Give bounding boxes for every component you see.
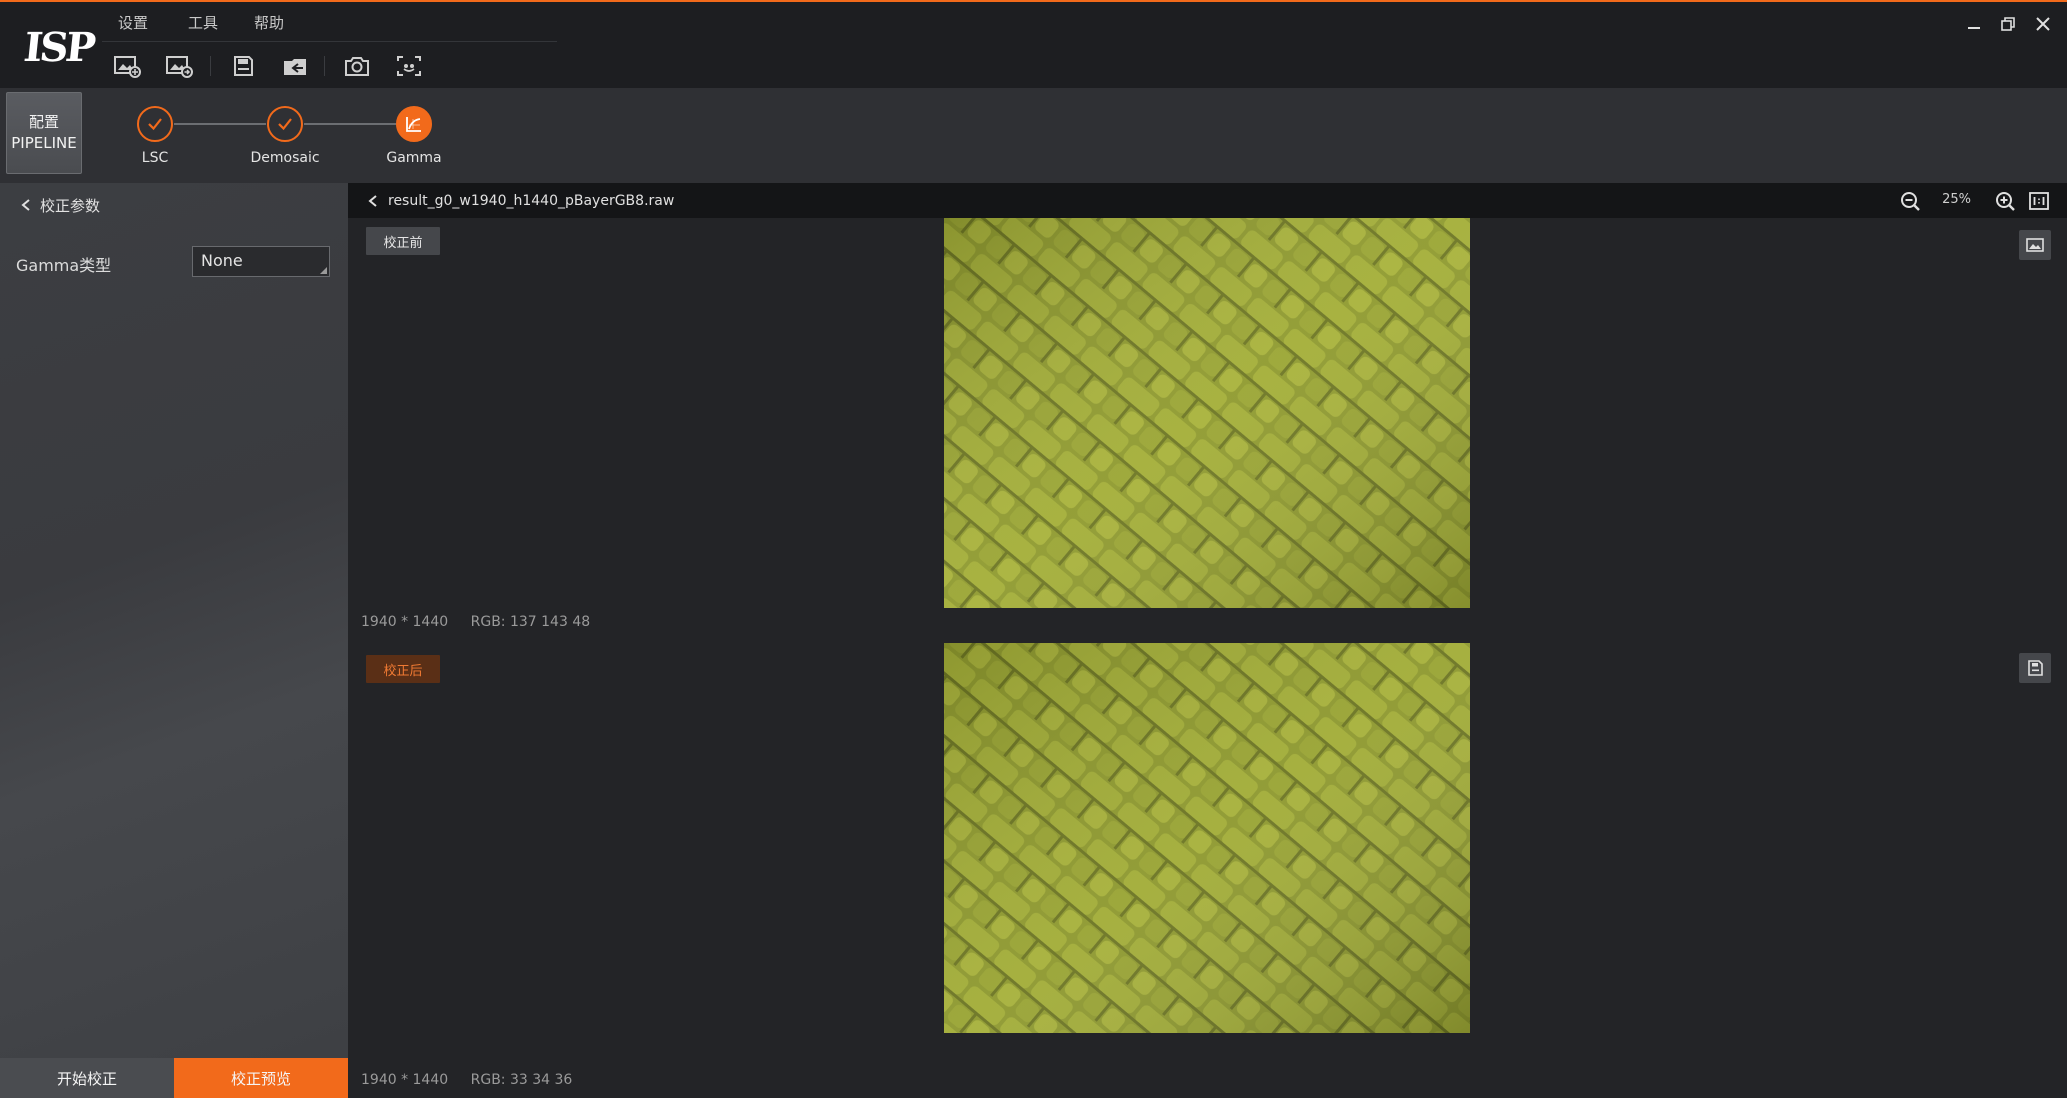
camera-button[interactable] — [340, 50, 374, 82]
save-icon — [234, 56, 253, 76]
toolbar — [102, 46, 442, 86]
minimize-icon — [1968, 27, 1980, 29]
close-icon — [2036, 17, 2050, 31]
close-window-button[interactable] — [2028, 10, 2058, 38]
file-name: result_g0_w1940_h1440_pBayerGB8.raw — [388, 192, 675, 209]
config-pipeline-sublabel: PIPELINE — [11, 134, 77, 152]
config-pipeline-button[interactable]: 配置 PIPELINE — [6, 92, 82, 174]
after-tag: 校正后 — [366, 655, 440, 683]
dropdown-corner-icon — [320, 267, 327, 274]
checkmark-icon — [148, 118, 162, 131]
menu-help[interactable]: 帮助 — [254, 12, 284, 33]
camera-icon — [345, 57, 369, 76]
menu-tools[interactable]: 工具 — [188, 12, 218, 33]
open-image-set-button[interactable] — [162, 50, 196, 82]
export-button[interactable] — [278, 50, 312, 82]
texture-image-after — [944, 643, 1470, 1033]
start-calibration-button[interactable]: 开始校正 — [0, 1058, 174, 1098]
menu-bar: 设置 工具 帮助 — [102, 4, 557, 42]
after-image — [944, 643, 1470, 1033]
after-pixel-rgb: RGB: 33 34 36 — [470, 1072, 573, 1088]
toolbar-divider — [210, 56, 211, 76]
zoom-out-button[interactable] — [1898, 189, 1922, 213]
panel-header[interactable]: 校正参数 — [0, 183, 348, 227]
minimize-button[interactable] — [1959, 10, 1989, 38]
toolbar-divider — [324, 56, 325, 76]
open-image-icon — [114, 56, 141, 78]
calibration-preview-button[interactable]: 校正预览 — [174, 1058, 348, 1098]
viewer-before-pane: 校正前 1940 * 1440 RGB: 137 143 48 — [348, 218, 2067, 643]
step-done-indicator — [137, 106, 173, 142]
capture-button[interactable] — [392, 50, 426, 82]
viewer-after-pane: 校正后 1940 * 1440 RGB: 33 34 36 — [348, 643, 2067, 1098]
chevron-left-icon — [368, 194, 377, 207]
restore-button[interactable] — [1993, 10, 2023, 38]
image-view-button[interactable] — [2019, 230, 2051, 260]
open-image-set-icon — [166, 56, 193, 78]
gamma-type-label: Gamma类型 — [16, 256, 112, 275]
panel-title: 校正参数 — [40, 196, 101, 215]
panel-actions: 开始校正 校正预览 — [0, 1058, 348, 1098]
chevron-left-icon — [21, 199, 30, 211]
menu-settings[interactable]: 设置 — [118, 12, 148, 33]
before-tag: 校正前 — [366, 227, 440, 255]
before-image-size: 1940 * 1440 — [361, 614, 449, 630]
pipeline-step-lsc[interactable]: LSC — [95, 106, 215, 176]
left-panel: 校正参数 Gamma类型 None 开始校正 校正预览 — [0, 183, 348, 1098]
step-done-indicator — [267, 106, 303, 142]
after-image-info: 1940 * 1440 RGB: 33 34 36 — [361, 1072, 590, 1088]
pipeline-step-demosaic[interactable]: Demosaic — [225, 106, 345, 176]
open-image-button[interactable] — [110, 50, 144, 82]
app-logo: ISP — [21, 24, 96, 71]
zoom-level: 25% — [1942, 192, 1971, 207]
zoom-out-icon — [1901, 192, 1920, 211]
pipeline-step-gamma[interactable]: Gamma — [354, 106, 474, 176]
config-pipeline-label: 配置 — [28, 113, 59, 131]
capture-icon — [397, 56, 421, 76]
before-image-info: 1940 * 1440 RGB: 137 143 48 — [361, 614, 608, 630]
actual-size-button[interactable] — [2027, 189, 2051, 213]
save-button[interactable] — [226, 50, 260, 82]
title-bar: ISP 设置 工具 帮助 — [0, 0, 2067, 88]
export-icon — [284, 59, 306, 75]
before-image — [944, 218, 1470, 608]
step-label: Gamma — [386, 150, 442, 166]
checkmark-icon — [278, 118, 292, 131]
zoom-in-button[interactable] — [1993, 189, 2017, 213]
image-icon — [2026, 238, 2044, 252]
zoom-in-icon — [1996, 192, 2015, 211]
viewer-header: result_g0_w1940_h1440_pBayerGB8.raw 25% — [348, 183, 2067, 218]
gamma-type-value: None — [201, 251, 243, 270]
step-label: LSC — [141, 150, 169, 166]
gamma-type-select[interactable]: None — [192, 246, 330, 277]
step-active-indicator — [396, 106, 432, 142]
save-icon — [2028, 660, 2043, 676]
actual-size-icon — [2029, 192, 2049, 210]
gamma-curve-icon — [406, 117, 421, 132]
step-label: Demosaic — [250, 150, 320, 166]
after-image-size: 1940 * 1440 — [361, 1072, 449, 1088]
isp-app-window: ISP 设置 工具 帮助 配置 PIPELINE LSC Demosaic Ga… — [0, 0, 2067, 1098]
save-result-button[interactable] — [2019, 653, 2051, 683]
before-pixel-rgb: RGB: 137 143 48 — [470, 614, 591, 630]
pipeline-bar: 配置 PIPELINE LSC Demosaic Gamma — [0, 88, 2067, 183]
back-to-file-button[interactable]: result_g0_w1940_h1440_pBayerGB8.raw — [368, 183, 674, 218]
restore-icon — [2001, 17, 2015, 31]
texture-image-before — [944, 218, 1470, 608]
